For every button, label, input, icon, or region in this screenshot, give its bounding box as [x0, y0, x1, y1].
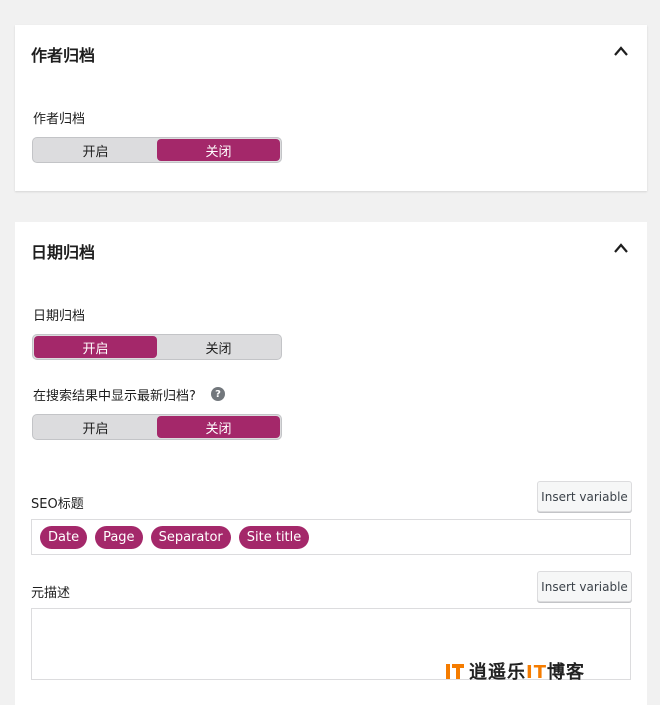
- toggle-on-option[interactable]: 开启: [34, 336, 157, 358]
- variable-pill-page[interactable]: Page: [95, 525, 143, 549]
- toggle-on-option[interactable]: 开启: [34, 139, 157, 161]
- seo-title-label: SEO标题: [31, 497, 84, 512]
- watermark-it: IT: [526, 662, 547, 683]
- date-archive-toggle[interactable]: 开启 关闭: [32, 334, 282, 360]
- author-archive-label: 作者归档: [33, 112, 86, 127]
- watermark-text: 逍遥乐IT博客: [469, 658, 585, 684]
- toggle-off-option[interactable]: 关闭: [157, 139, 280, 161]
- variable-pill-site-title[interactable]: Site title: [238, 525, 310, 549]
- panel-title: 作者归档: [31, 46, 96, 65]
- insert-variable-button[interactable]: Insert variable: [537, 571, 632, 602]
- date-archive-panel: 日期归档 日期归档 开启 关闭 在搜索结果中显示最新归档? ? 开启 关闭 SE…: [15, 222, 647, 705]
- toggle-off-option[interactable]: 关闭: [157, 416, 280, 438]
- show-latest-archive-label: 在搜索结果中显示最新归档?: [33, 389, 196, 404]
- variable-pill-separator[interactable]: Separator: [150, 525, 231, 549]
- panel-title: 日期归档: [31, 243, 96, 262]
- watermark: 逍遥乐IT博客: [445, 658, 585, 684]
- help-icon[interactable]: ?: [211, 387, 225, 401]
- seo-title-editor[interactable]: Date Page Separator Site title: [31, 519, 631, 555]
- insert-variable-button[interactable]: Insert variable: [537, 481, 632, 512]
- toggle-on-option[interactable]: 开启: [34, 416, 157, 438]
- chevron-up-icon[interactable]: [613, 45, 629, 57]
- author-archive-panel: 作者归档 作者归档 开启 关闭: [15, 25, 647, 191]
- meta-description-label: 元描述: [31, 586, 71, 601]
- watermark-suffix: 博客: [546, 662, 585, 683]
- toggle-off-option[interactable]: 关闭: [157, 336, 280, 358]
- variable-pill-date[interactable]: Date: [40, 525, 88, 549]
- it-logo-icon: [446, 664, 464, 679]
- watermark-prefix: 逍遥乐: [469, 662, 526, 683]
- chevron-up-icon[interactable]: [613, 242, 629, 254]
- date-archive-label: 日期归档: [33, 309, 86, 324]
- show-latest-archive-toggle[interactable]: 开启 关闭: [32, 414, 282, 440]
- author-archive-toggle[interactable]: 开启 关闭: [32, 137, 282, 163]
